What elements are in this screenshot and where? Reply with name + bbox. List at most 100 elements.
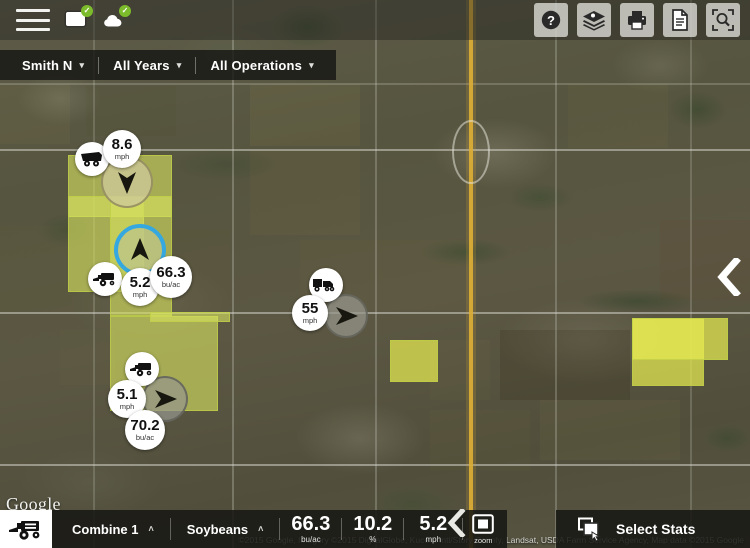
- speed-unit: mph: [132, 290, 148, 300]
- map-road-vertical: [555, 0, 557, 548]
- display-connected-icon[interactable]: ✓: [64, 5, 93, 31]
- speed-value: 55: [301, 300, 319, 318]
- top-tool-group: ?: [534, 3, 740, 37]
- print-icon[interactable]: [620, 3, 654, 37]
- hamburger-menu-icon[interactable]: [16, 9, 50, 31]
- map-parcel: [540, 400, 680, 460]
- speed-unit: mph: [302, 316, 318, 326]
- hamburger-bar: [16, 9, 50, 12]
- select-stats-button[interactable]: Select Stats: [556, 510, 750, 548]
- check-badge: ✓: [119, 5, 131, 17]
- app-root: 8.6 mph 5.2 mph 66.3 bu/ac 55 mph 5.1 mp…: [0, 0, 750, 548]
- map-parcel: [250, 84, 360, 146]
- select-stats-icon: [578, 517, 601, 541]
- speed-badge[interactable]: 8.6 mph: [103, 130, 141, 168]
- yield-badge[interactable]: 66.3 bu/ac: [150, 256, 192, 298]
- filter-year-label: All Years: [113, 57, 170, 73]
- layers-icon[interactable]: [577, 3, 611, 37]
- map-road-vertical: [232, 0, 234, 548]
- stat-moisture: 10.2 %: [342, 514, 403, 544]
- speed-unit: mph: [119, 402, 135, 412]
- zoom-label: zoom: [474, 535, 493, 545]
- filter-year-selector[interactable]: All Years ▾: [105, 58, 189, 73]
- combine-icon-badge[interactable]: [88, 262, 122, 296]
- select-stats-label: Select Stats: [616, 521, 696, 537]
- report-icon[interactable]: [663, 3, 697, 37]
- semi-truck-icon: [313, 279, 335, 292]
- stat-speed-value: 5.2: [419, 513, 448, 535]
- map-road-vertical: [375, 0, 377, 548]
- filter-divider: [98, 56, 100, 74]
- speed-badge[interactable]: 55 mph: [292, 295, 328, 331]
- map-highway: [469, 0, 473, 548]
- yield-unit: bu/ac: [135, 433, 155, 443]
- bottom-bar-content: Combine 1 ˄ Soybeans ˄ 66.3 bu/ac 10.2 %…: [52, 510, 508, 548]
- bottom-prev-button[interactable]: [447, 507, 467, 542]
- field-polygon[interactable]: [632, 318, 728, 360]
- machine-label: Combine 1: [72, 521, 139, 537]
- filter-farm-label: Smith N: [22, 57, 73, 73]
- map-parcel: [60, 330, 115, 385]
- speed-unit: mph: [114, 152, 130, 162]
- filter-bar: Smith N ▾ All Years ▾ All Operations ▾: [0, 50, 336, 80]
- yield-unit: bu/ac: [161, 280, 181, 290]
- speed-value: 5.1: [116, 386, 138, 404]
- field-polygon[interactable]: [150, 312, 230, 322]
- arrow-up-icon: [131, 238, 149, 260]
- speed-value: 8.6: [111, 136, 133, 154]
- grain-cart-icon: [81, 152, 102, 167]
- speed-value: 5.2: [129, 274, 151, 292]
- layers-glyph: [583, 11, 605, 31]
- arrow-right-icon: [155, 390, 177, 408]
- hamburger-bar: [16, 28, 50, 31]
- search-zoom-glyph: [712, 9, 734, 31]
- zoom-to-fit-button[interactable]: zoom: [463, 513, 503, 545]
- field-polygon[interactable]: [390, 340, 438, 382]
- chevron-left-icon: [447, 507, 466, 539]
- chevron-up-icon: ˄: [148, 524, 154, 534]
- cloud-sync-icon[interactable]: ✓: [102, 5, 131, 31]
- map-parcel: [430, 340, 490, 400]
- stat-yield: 66.3 bu/ac: [280, 514, 341, 544]
- machine-selector[interactable]: Combine 1 ˄: [56, 522, 170, 537]
- chevron-left-icon: [717, 256, 741, 298]
- zoom-to-fit-icon: [472, 513, 495, 534]
- filter-farm-selector[interactable]: Smith N ▾: [14, 58, 92, 73]
- map-parcel: [0, 84, 70, 144]
- map-road-vertical: [690, 0, 692, 548]
- combine-icon: [9, 521, 40, 540]
- yield-value: 66.3: [156, 264, 186, 282]
- panel-collapse-toggle[interactable]: [716, 256, 742, 301]
- stat-yield-unit: bu/ac: [301, 535, 321, 544]
- filter-operations-label: All Operations: [210, 57, 303, 73]
- search-zoom-icon[interactable]: [706, 3, 740, 37]
- map-parcel: [250, 150, 360, 235]
- yield-badge[interactable]: 70.2 bu/ac: [125, 410, 165, 450]
- combine-icon: [93, 273, 115, 287]
- help-icon[interactable]: ?: [534, 3, 568, 37]
- chevron-down-icon: ▾: [176, 59, 182, 70]
- report-glyph: [672, 9, 688, 31]
- crop-label: Soybeans: [186, 521, 249, 537]
- chevron-up-icon: ˄: [258, 524, 264, 534]
- yield-value: 70.2: [130, 417, 160, 435]
- map-parcel: [86, 86, 176, 136]
- check-badge: ✓: [81, 5, 93, 17]
- map-parcel: [430, 410, 530, 470]
- chevron-down-icon: ▾: [79, 59, 85, 70]
- filter-operations-selector[interactable]: All Operations ▾: [202, 58, 321, 73]
- help-glyph: ?: [541, 10, 561, 30]
- map-interchange: [452, 120, 490, 184]
- bottom-vehicle-icon[interactable]: [0, 510, 52, 548]
- stat-yield-value: 66.3: [291, 513, 331, 535]
- map-parcel: [500, 330, 630, 400]
- svg-text:?: ?: [547, 13, 555, 28]
- combine-icon: [130, 363, 152, 377]
- filter-divider: [195, 56, 197, 74]
- bottom-status-bar: Combine 1 ˄ Soybeans ˄ 66.3 bu/ac 10.2 %…: [0, 510, 508, 548]
- satellite-map[interactable]: 8.6 mph 5.2 mph 66.3 bu/ac 55 mph 5.1 mp…: [0, 0, 750, 548]
- arrow-right-icon: [336, 307, 358, 325]
- crop-selector[interactable]: Soybeans ˄: [171, 522, 280, 537]
- hamburger-bar: [16, 18, 50, 22]
- chevron-down-icon: ▾: [309, 59, 314, 70]
